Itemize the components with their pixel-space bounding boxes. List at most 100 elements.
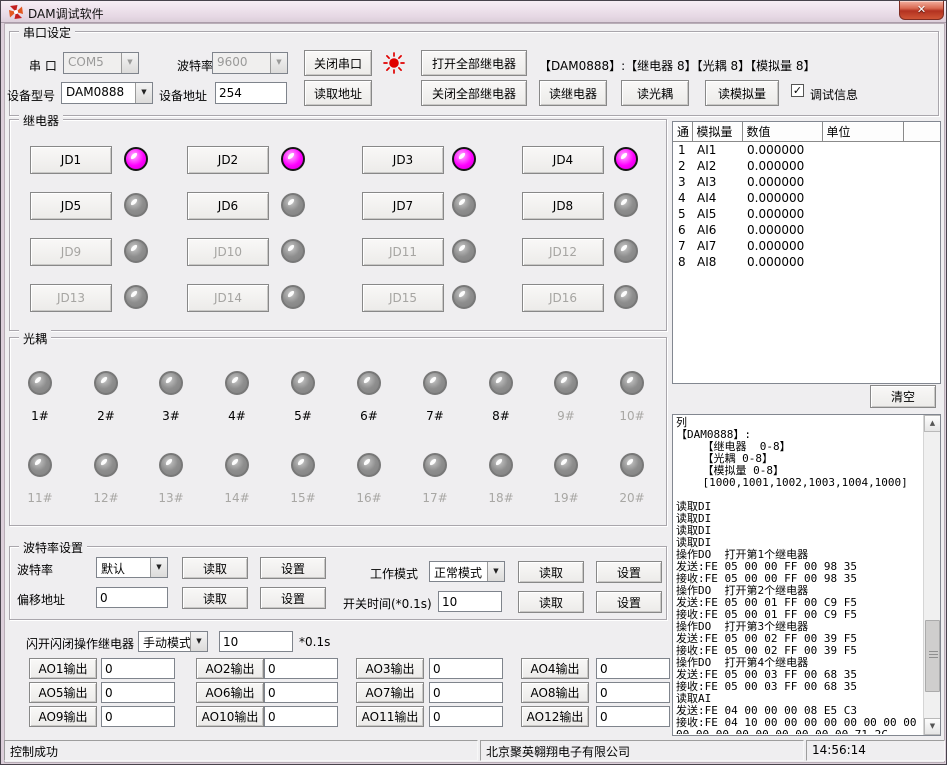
- ao-input-10[interactable]: [264, 706, 338, 727]
- ao-button-9[interactable]: AO9输出: [29, 706, 97, 727]
- title-bar[interactable]: DAM调试软件 ✕: [1, 1, 946, 23]
- baud-combo[interactable]: 9600 ▼: [212, 52, 288, 74]
- relay-button-jd2[interactable]: JD2: [187, 146, 269, 174]
- offset-read-button[interactable]: 读取: [182, 587, 248, 609]
- ao-input-2[interactable]: [264, 658, 338, 679]
- close-serial-button[interactable]: 关闭串口: [304, 50, 372, 76]
- scroll-thumb[interactable]: [925, 620, 940, 692]
- relay-button-jd13[interactable]: JD13: [30, 284, 112, 312]
- ao-input-7[interactable]: [429, 682, 503, 703]
- ao-button-3[interactable]: AO3输出: [356, 658, 424, 679]
- opto-led-20: [620, 453, 644, 477]
- log-scrollbar[interactable]: ▲ ▼: [923, 415, 940, 735]
- opto-led-17: [423, 453, 447, 477]
- ao-button-6[interactable]: AO6输出: [196, 682, 264, 703]
- device-address-input[interactable]: [215, 82, 287, 104]
- ao-button-12[interactable]: AO12输出: [521, 706, 589, 727]
- analog-table-row[interactable]: 6AI60.000000: [673, 222, 941, 238]
- analog-table-row[interactable]: 4AI40.000000: [673, 190, 941, 206]
- scroll-up-icon[interactable]: ▲: [924, 415, 941, 432]
- relay-button-jd5[interactable]: JD5: [30, 192, 112, 220]
- chevron-down-icon[interactable]: ▼: [487, 562, 504, 581]
- opto-led-6: [357, 371, 381, 395]
- ao-button-7[interactable]: AO7输出: [356, 682, 424, 703]
- switch-time-set-button[interactable]: 设置: [596, 591, 662, 613]
- work-mode-read-button[interactable]: 读取: [518, 561, 584, 583]
- app-window: DAM调试软件 ✕ 串口设定 串 口 COM5 ▼ 波特率 9600 ▼ 关闭串…: [0, 0, 947, 765]
- ao-button-2[interactable]: AO2输出: [196, 658, 264, 679]
- ao-input-3[interactable]: [429, 658, 503, 679]
- ao-input-4[interactable]: [596, 658, 670, 679]
- analog-table-row[interactable]: 7AI70.000000: [673, 238, 941, 254]
- ao-button-5[interactable]: AO5输出: [29, 682, 97, 703]
- relay-button-jd6[interactable]: JD6: [187, 192, 269, 220]
- switch-time-input[interactable]: [438, 591, 502, 612]
- analog-table[interactable]: 通模拟量数值单位1AI10.0000002AI20.0000003AI30.00…: [672, 121, 941, 384]
- relay-button-jd14[interactable]: JD14: [187, 284, 269, 312]
- ao-input-1[interactable]: [101, 658, 175, 679]
- clear-log-button[interactable]: 清空: [870, 385, 936, 408]
- ao-input-12[interactable]: [596, 706, 670, 727]
- log-text[interactable]: 列 【DAM0888】: 【继电器 0-8】 【光耦 0-8】 【模拟量 0-8…: [673, 416, 923, 734]
- relay-button-jd3[interactable]: JD3: [362, 146, 444, 174]
- flash-mode-combo[interactable]: 手动模式 ▼: [138, 631, 208, 652]
- relay-button-jd16[interactable]: JD16: [522, 284, 604, 312]
- work-mode-set-button[interactable]: 设置: [596, 561, 662, 583]
- baud-read-button[interactable]: 读取: [182, 557, 248, 579]
- relay-button-jd11[interactable]: JD11: [362, 238, 444, 266]
- relay-button-jd1[interactable]: JD1: [30, 146, 112, 174]
- ao-input-6[interactable]: [264, 682, 338, 703]
- chevron-down-icon[interactable]: ▼: [150, 558, 167, 577]
- analog-column-header[interactable]: 单位: [822, 122, 903, 142]
- relay-button-jd10[interactable]: JD10: [187, 238, 269, 266]
- analog-table-row[interactable]: 2AI20.000000: [673, 158, 941, 174]
- analog-table-row[interactable]: 8AI80.000000: [673, 254, 941, 270]
- switch-time-read-button[interactable]: 读取: [518, 591, 584, 613]
- read-opto-button[interactable]: 读光耦: [621, 80, 689, 106]
- device-model-combo[interactable]: DAM0888 ▼: [61, 82, 153, 104]
- analog-column-header[interactable]: 模拟量: [692, 122, 742, 142]
- ao-input-8[interactable]: [596, 682, 670, 703]
- baud-set-button[interactable]: 设置: [260, 557, 326, 579]
- read-address-button[interactable]: 读取地址: [304, 80, 372, 106]
- chevron-down-icon[interactable]: ▼: [270, 53, 287, 73]
- analog-table-row[interactable]: 3AI30.000000: [673, 174, 941, 190]
- work-mode-combo[interactable]: 正常模式 ▼: [429, 561, 505, 582]
- open-all-relays-button[interactable]: 打开全部继电器: [421, 50, 527, 76]
- scroll-down-icon[interactable]: ▼: [924, 718, 941, 735]
- read-relay-button[interactable]: 读继电器: [539, 80, 607, 106]
- serial-port-combo[interactable]: COM5 ▼: [63, 52, 139, 74]
- ao-button-1[interactable]: AO1输出: [29, 658, 97, 679]
- relay-button-jd15[interactable]: JD15: [362, 284, 444, 312]
- close-all-relays-button[interactable]: 关闭全部继电器: [421, 80, 527, 106]
- read-analog-button[interactable]: 读模拟量: [705, 80, 779, 106]
- analog-column-header[interactable]: 通: [673, 122, 692, 142]
- ao-input-5[interactable]: [101, 682, 175, 703]
- analog-table-row[interactable]: 5AI50.000000: [673, 206, 941, 222]
- relay-led-jd14: [281, 285, 305, 309]
- analog-table-row[interactable]: 1AI10.000000: [673, 142, 941, 158]
- ao-button-11[interactable]: AO11输出: [356, 706, 424, 727]
- analog-column-header[interactable]: 数值: [742, 122, 822, 142]
- baud-setting-combo[interactable]: 默认 ▼: [96, 557, 168, 578]
- chevron-down-icon[interactable]: ▼: [135, 83, 152, 103]
- relay-button-jd8[interactable]: JD8: [522, 192, 604, 220]
- relay-grid: JD1 JD2 JD3 JD4 JD5 JD6 JD7 JD8 JD9 JD10 JD11 JD12 J…: [10, 120, 666, 330]
- relay-button-jd7[interactable]: JD7: [362, 192, 444, 220]
- offset-address-input[interactable]: [96, 587, 168, 608]
- offset-set-button[interactable]: 设置: [260, 587, 326, 609]
- relay-button-jd12[interactable]: JD12: [522, 238, 604, 266]
- relay-button-jd9[interactable]: JD9: [30, 238, 112, 266]
- debug-info-checkbox[interactable]: ✓: [791, 84, 804, 97]
- chevron-down-icon[interactable]: ▼: [121, 53, 138, 73]
- flash-time-input[interactable]: [219, 631, 293, 652]
- chevron-down-icon[interactable]: ▼: [190, 632, 207, 651]
- ao-input-9[interactable]: [101, 706, 175, 727]
- ao-input-11[interactable]: [429, 706, 503, 727]
- analog-column-header[interactable]: [903, 122, 941, 142]
- close-button[interactable]: ✕: [899, 1, 944, 20]
- ao-button-8[interactable]: AO8输出: [521, 682, 589, 703]
- ao-button-4[interactable]: AO4输出: [521, 658, 589, 679]
- relay-button-jd4[interactable]: JD4: [522, 146, 604, 174]
- ao-button-10[interactable]: AO10输出: [196, 706, 264, 727]
